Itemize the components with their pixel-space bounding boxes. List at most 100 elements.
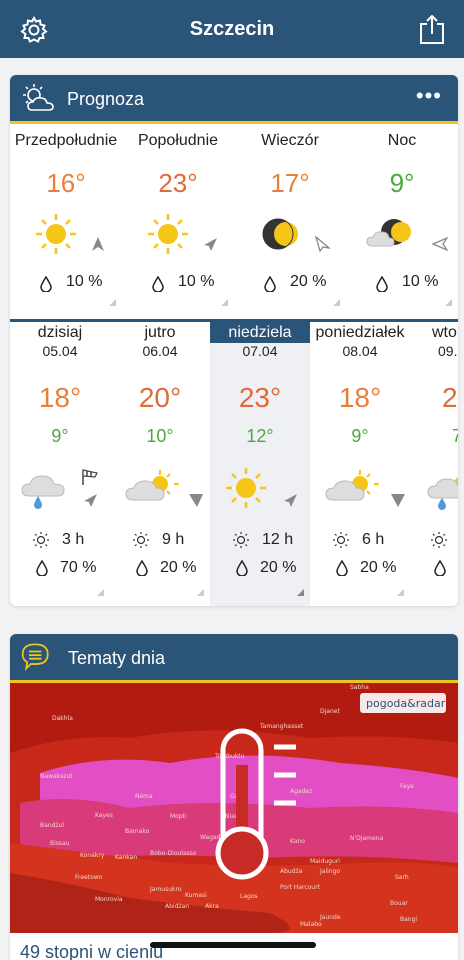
corner-mark	[397, 589, 404, 596]
wind-arrow-icon	[432, 236, 448, 252]
period-rain: 10 %	[178, 273, 215, 290]
day-column[interactable]: dzisiaj 05.04 18° 9° 3 h 70 %	[10, 322, 110, 606]
forecast-title: Prognoza	[67, 89, 145, 109]
day-column[interactable]: poniedziałek 08.04 18° 9° 6 h 20 %	[310, 322, 410, 606]
period-column[interactable]: Popołudnie 23° 10 %	[122, 124, 234, 312]
svg-text:Kumasi: Kumasi	[185, 892, 207, 899]
day-name: wtorek	[432, 324, 458, 341]
day-date: 05.04	[42, 343, 78, 359]
sunshine-icon	[431, 532, 447, 548]
svg-text:Abidżan: Abidżan	[165, 903, 189, 910]
sun-icon	[148, 214, 188, 254]
more-menu-button[interactable]: •••	[416, 83, 442, 109]
svg-text:Bobo-Dioulasso: Bobo-Dioulasso	[150, 850, 197, 857]
svg-text:Maiduguri: Maiduguri	[310, 858, 340, 865]
topic-caption[interactable]: 49 stopni w cieniu	[20, 942, 163, 960]
day-date: 06.04	[142, 343, 178, 359]
svg-text:Dakhla: Dakhla	[52, 715, 73, 722]
svg-text:Sarh: Sarh	[395, 874, 409, 881]
sunshine-icon	[33, 532, 49, 548]
day-temp-max: 18°	[38, 382, 82, 413]
topics-card[interactable]: Tematy dnia Dakhla Tamanghasset Djanet N…	[10, 634, 458, 960]
svg-text:Jaunde: Jaunde	[319, 914, 341, 921]
period-column[interactable]: Przedpołudnie 16° 10 %	[10, 124, 122, 312]
wind-arrow-icon	[189, 494, 203, 507]
svg-text:Agadez: Agadez	[290, 788, 312, 795]
wind-arrow-icon	[284, 494, 297, 507]
svg-text:N'Djamena: N'Djamena	[350, 835, 383, 842]
rain-cloud-icon	[21, 475, 65, 509]
day-rain: 70 %	[60, 559, 97, 576]
svg-text:Monrovia: Monrovia	[95, 896, 123, 903]
period-rain: 10 %	[66, 273, 103, 290]
day-temp-max: 23°	[238, 382, 282, 413]
sunshine-icon	[333, 532, 349, 548]
day-temp-max: 18°	[338, 382, 382, 413]
wind-arrow-icon	[92, 237, 104, 251]
rain-drop-icon	[264, 276, 276, 292]
rain-drop-icon	[152, 276, 164, 292]
svg-text:Jalingo: Jalingo	[319, 868, 340, 875]
sun-cloud-icon	[125, 470, 179, 501]
wind-arrow-icon	[391, 494, 405, 507]
sunshine-hours: 12 h	[262, 531, 294, 548]
period-temp: 23°	[158, 168, 198, 198]
day-temp-min: 10°	[146, 426, 174, 446]
period-temp: 16°	[46, 168, 86, 198]
day-date: 09.04	[438, 343, 458, 359]
svg-text:Jamusukro: Jamusukro	[149, 886, 182, 893]
svg-text:Djanet: Djanet	[320, 708, 340, 715]
city-title: Szczecin	[189, 18, 275, 40]
corner-mark	[445, 299, 452, 306]
svg-text:Faya: Faya	[400, 783, 414, 790]
day-column[interactable]: wtorek 09.04 20° 7°	[410, 322, 458, 606]
day-name: dzisiaj	[37, 324, 83, 341]
forecast-header: Prognoza •••	[10, 75, 458, 121]
chat-bubble-icon	[21, 643, 49, 672]
corner-mark	[333, 299, 340, 306]
sunshine-hours: 3 h	[62, 531, 85, 548]
wind-arrow-icon	[84, 494, 97, 507]
day-name: jutro	[144, 324, 176, 341]
svg-text:Abudża: Abudża	[280, 868, 303, 875]
corner-mark	[197, 589, 204, 596]
svg-text:Mopti: Mopti	[170, 813, 187, 820]
corner-mark	[109, 299, 116, 306]
forecast-card: Prognoza ••• Przedpołudnie 16° 10 % Popo…	[10, 75, 458, 606]
svg-text:Sabha: Sabha	[350, 684, 369, 691]
rain-drop-icon	[376, 276, 388, 292]
svg-text:Kankan: Kankan	[115, 854, 137, 861]
day-rain: 20 %	[260, 559, 297, 576]
period-column[interactable]: Wieczór 17° 20 %	[234, 124, 346, 312]
period-rain: 20 %	[290, 273, 327, 290]
svg-text:Bamako: Bamako	[125, 828, 150, 835]
svg-text:Kano: Kano	[290, 838, 305, 845]
period-temp: 9°	[389, 168, 415, 198]
rain-drop-icon	[40, 276, 52, 292]
sunshine-hours: 6 h	[362, 531, 385, 548]
heat-map-image[interactable]: Dakhla Tamanghasset Djanet Nawakszut Tom…	[10, 683, 458, 933]
day-date: 08.04	[342, 343, 378, 359]
sunshine-icon	[233, 532, 249, 548]
wind-arrow-icon	[315, 236, 330, 252]
rain-drop-icon	[336, 560, 348, 576]
share-icon[interactable]	[418, 13, 446, 45]
wind-arrow-icon	[204, 238, 217, 251]
sun-cloud-icon	[325, 470, 379, 501]
svg-text:Lagos: Lagos	[240, 893, 258, 900]
corner-mark	[297, 589, 304, 596]
period-column[interactable]: Noc 9° 10 %	[346, 124, 458, 312]
svg-text:Konakry: Konakry	[80, 852, 105, 859]
wind-flag-icon	[82, 469, 98, 485]
rain-drop-icon	[236, 560, 248, 576]
day-column[interactable]: jutro 06.04 20° 10° 9 h 20 %	[110, 322, 210, 606]
corner-mark	[221, 299, 228, 306]
day-temp-min: 7°	[452, 426, 458, 446]
day-name: niedziela	[210, 322, 310, 343]
day-column-selected[interactable]: niedziela 07.04 23° 12° 12 h 20 %	[210, 322, 310, 606]
svg-text:Bangi: Bangi	[400, 916, 417, 923]
period-name: Przedpołudnie	[14, 132, 118, 149]
sun-icon	[36, 214, 76, 254]
svg-text:Malabo: Malabo	[300, 921, 322, 928]
svg-text:Néma: Néma	[135, 793, 153, 800]
